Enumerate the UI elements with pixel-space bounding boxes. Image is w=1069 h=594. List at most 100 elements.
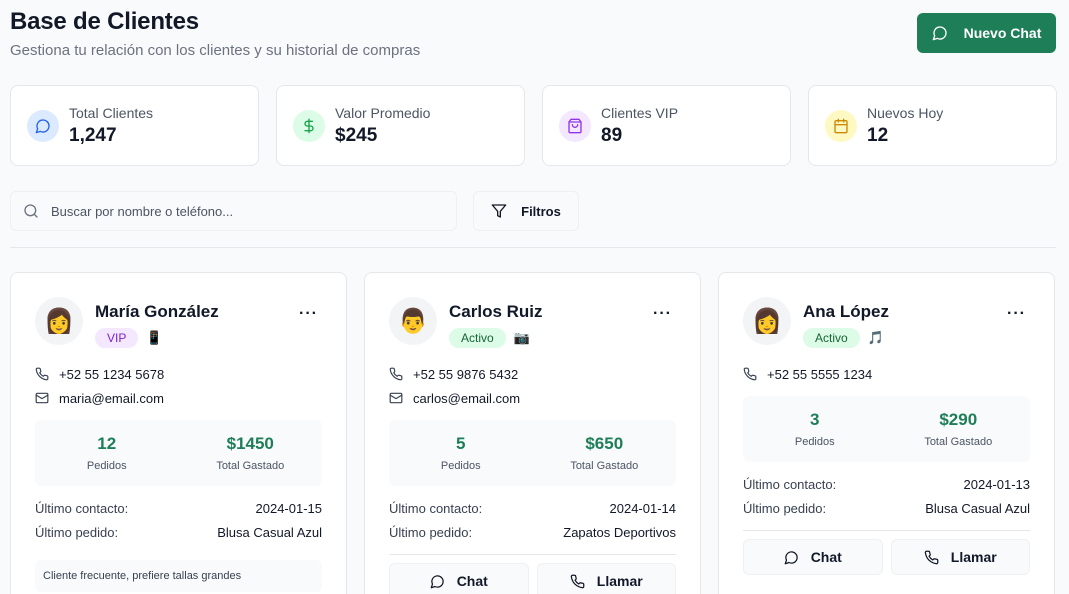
last-contact-label: Último contacto: bbox=[35, 500, 129, 516]
phone-channel-icon: 📱 bbox=[146, 330, 163, 345]
more-options-button[interactable]: ··· bbox=[653, 305, 672, 323]
orders-count: 3 bbox=[810, 410, 820, 429]
chat-icon bbox=[430, 574, 444, 588]
stat-card-new-today: Nuevos Hoy 12 bbox=[808, 85, 1057, 166]
chat-icon bbox=[27, 109, 59, 142]
client-cards: 👩 María González VIP 📱 ··· +52 55 1234 5… bbox=[10, 272, 1055, 594]
last-contact-value: 2024-01-13 bbox=[963, 476, 1031, 492]
email-address: carlos@email.com bbox=[413, 390, 521, 406]
stat-card-vip-clients: Clientes VIP 89 bbox=[542, 85, 791, 166]
filters-button[interactable]: Filtros bbox=[473, 191, 579, 231]
page-title: Base de Clientes bbox=[10, 8, 199, 35]
search-box[interactable] bbox=[10, 191, 457, 231]
chat-label: Chat bbox=[810, 549, 842, 565]
email-row: carlos@email.com bbox=[389, 386, 676, 410]
page-header: Base de Clientes Gestiona tu relación co… bbox=[10, 8, 420, 59]
client-stats: 3 Pedidos $290 Total Gastado bbox=[743, 396, 1030, 462]
calendar-icon bbox=[825, 109, 857, 142]
last-contact-value: 2024-01-15 bbox=[255, 500, 323, 516]
last-contact-label: Último contacto: bbox=[743, 476, 837, 492]
last-contact-row: Último contacto: 2024-01-14 bbox=[389, 496, 676, 520]
phone-row: +52 55 9876 5432 bbox=[389, 362, 676, 386]
total-spent-label: Total Gastado bbox=[924, 436, 993, 448]
phone-icon bbox=[924, 550, 939, 564]
status-badge: VIP bbox=[95, 328, 139, 348]
avatar: 👨 bbox=[389, 297, 437, 345]
call-button[interactable]: Llamar bbox=[536, 563, 676, 594]
call-label: Llamar bbox=[950, 549, 997, 565]
phone-number: +52 55 1234 5678 bbox=[59, 366, 165, 382]
total-spent-label: Total Gastado bbox=[570, 460, 639, 472]
mail-icon bbox=[389, 392, 403, 404]
client-name: María González bbox=[95, 302, 219, 321]
page-subtitle: Gestiona tu relación con los clientes y … bbox=[10, 42, 421, 59]
stat-value: $245 bbox=[335, 124, 378, 146]
phone-number: +52 55 5555 1234 bbox=[767, 366, 873, 382]
stat-card-average-value: Valor Promedio $245 bbox=[276, 85, 525, 166]
last-contact-row: Último contacto: 2024-01-15 bbox=[35, 496, 322, 520]
client-name: Carlos Ruiz bbox=[449, 302, 543, 321]
last-contact-row: Último contacto: 2024-01-13 bbox=[743, 472, 1030, 496]
email-address: maria@email.com bbox=[59, 390, 164, 406]
phone-icon bbox=[35, 367, 49, 381]
client-card: 👩 Ana López Activo 🎵 ··· +52 55 5555 123… bbox=[718, 272, 1055, 594]
shopping-bag-icon bbox=[559, 109, 591, 142]
dollar-icon bbox=[293, 109, 325, 142]
call-label: Llamar bbox=[596, 573, 643, 589]
orders-count: 12 bbox=[97, 434, 117, 453]
filters-label: Filtros bbox=[521, 203, 561, 219]
status-badge: Activo bbox=[449, 328, 506, 348]
stat-label: Nuevos Hoy bbox=[867, 104, 944, 121]
call-button[interactable]: Llamar bbox=[890, 539, 1030, 575]
email-row: maria@email.com bbox=[35, 386, 322, 410]
last-contact-label: Último contacto: bbox=[389, 500, 483, 516]
stat-card-total-clients: Total Clientes 1,247 bbox=[10, 85, 259, 166]
last-order-label: Último pedido: bbox=[35, 524, 119, 540]
last-contact-value: 2024-01-14 bbox=[609, 500, 677, 516]
avatar: 👩 bbox=[35, 297, 83, 345]
orders-label: Pedidos bbox=[440, 460, 481, 472]
client-card: 👩 María González VIP 📱 ··· +52 55 1234 5… bbox=[10, 272, 347, 594]
more-options-button[interactable]: ··· bbox=[299, 305, 318, 323]
filter-icon bbox=[491, 204, 507, 218]
new-chat-button[interactable]: Nuevo Chat bbox=[917, 13, 1056, 53]
stat-value: 1,247 bbox=[69, 124, 117, 146]
new-chat-label: Nuevo Chat bbox=[963, 25, 1042, 41]
last-order-value: Zapatos Deportivos bbox=[563, 524, 676, 540]
client-stats: 12 Pedidos $1450 Total Gastado bbox=[35, 420, 322, 486]
phone-icon bbox=[389, 367, 403, 381]
phone-icon bbox=[570, 574, 585, 588]
chat-icon bbox=[932, 26, 947, 41]
chat-button[interactable]: Chat bbox=[743, 539, 883, 575]
phone-row: +52 55 5555 1234 bbox=[743, 362, 1030, 386]
last-order-row: Último pedido: Zapatos Deportivos bbox=[389, 520, 676, 544]
stat-value: 89 bbox=[601, 124, 623, 146]
total-spent: $1450 bbox=[226, 434, 274, 453]
last-order-value: Blusa Casual Azul bbox=[925, 500, 1030, 516]
stat-label: Valor Promedio bbox=[335, 104, 431, 121]
status-badge: Activo bbox=[803, 328, 860, 348]
more-options-button[interactable]: ··· bbox=[1007, 305, 1026, 323]
mail-icon bbox=[35, 392, 49, 404]
phone-number: +52 55 9876 5432 bbox=[413, 366, 519, 382]
last-order-label: Último pedido: bbox=[389, 524, 473, 540]
total-spent: $290 bbox=[939, 410, 978, 429]
client-name: Ana López bbox=[803, 302, 889, 321]
chat-label: Chat bbox=[456, 573, 488, 589]
last-order-value: Blusa Casual Azul bbox=[217, 524, 322, 540]
phone-row: +52 55 1234 5678 bbox=[35, 362, 322, 386]
card-divider bbox=[389, 554, 676, 555]
stat-label: Clientes VIP bbox=[601, 104, 679, 121]
total-spent-label: Total Gastado bbox=[216, 460, 285, 472]
card-divider bbox=[743, 530, 1030, 531]
client-note: Cliente frecuente, prefiere tallas grand… bbox=[35, 560, 322, 592]
orders-label: Pedidos bbox=[86, 460, 127, 472]
stat-value: 12 bbox=[867, 124, 889, 146]
orders-count: 5 bbox=[456, 434, 466, 453]
search-input[interactable] bbox=[51, 203, 431, 219]
chat-button[interactable]: Chat bbox=[389, 563, 529, 594]
total-spent: $650 bbox=[585, 434, 624, 453]
section-divider bbox=[10, 247, 1056, 248]
chat-icon bbox=[784, 550, 798, 564]
stat-label: Total Clientes bbox=[69, 104, 154, 121]
